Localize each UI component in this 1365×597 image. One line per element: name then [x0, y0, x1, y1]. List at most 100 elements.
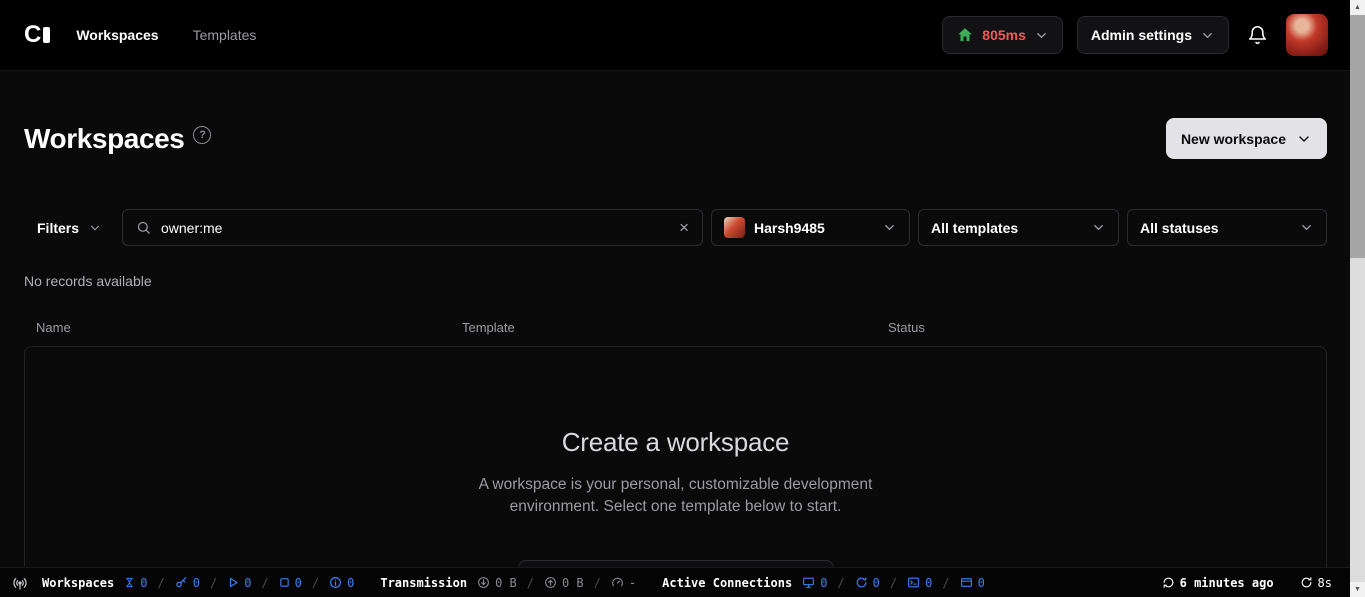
status-filter-dropdown[interactable]: All statuses — [1127, 209, 1327, 246]
window-icon — [960, 576, 973, 589]
terminal-count: 0 — [925, 575, 933, 590]
separator: / — [311, 575, 320, 590]
download-stat: 0 B — [477, 576, 517, 590]
upload-circle-icon — [544, 576, 557, 589]
filter-bar: Filters × Harsh9485 All templ — [24, 209, 1327, 246]
new-workspace-label: New workspace — [1180, 130, 1286, 147]
owner-filter-value: Harsh9485 — [754, 219, 825, 236]
search-filter: × — [122, 209, 703, 246]
chevron-down-icon — [1296, 131, 1312, 147]
connection-count-vscode[interactable]: 0 — [802, 576, 827, 590]
vscode-icon — [802, 576, 815, 589]
coder-app: C Workspaces Templates 805ms Admin setti… — [0, 0, 1365, 597]
auto-refresh-indicator[interactable]: 8s — [1300, 576, 1332, 590]
top-navbar: C Workspaces Templates 805ms Admin setti… — [0, 0, 1350, 71]
separator: / — [261, 575, 269, 590]
no-records-text: No records available — [24, 273, 152, 289]
column-header-status: Status — [888, 320, 925, 335]
latency-stat-value: - — [628, 575, 637, 590]
coder-logo[interactable]: C — [24, 21, 51, 48]
admin-settings-label: Admin settings — [1090, 27, 1192, 43]
vertical-scrollbar[interactable]: ▲ ▼ — [1350, 0, 1365, 597]
page-title: Workspaces — [24, 122, 185, 154]
proxy-region-icon — [956, 26, 974, 44]
separator: / — [526, 575, 534, 590]
separator: / — [209, 575, 218, 590]
statusbar-connections-section: Active Connections 0 / 0 / 0 / 0 — [662, 576, 985, 590]
status-filter-value: All statuses — [1140, 219, 1219, 236]
nav-workspaces[interactable]: Workspaces — [76, 27, 158, 43]
column-header-template: Template — [462, 320, 515, 335]
separator: / — [942, 575, 950, 590]
bell-icon — [1247, 25, 1268, 46]
broadcast-icon[interactable] — [12, 575, 28, 591]
gauge-icon — [611, 576, 624, 589]
upload-value: 0 B — [561, 575, 584, 590]
workspace-count-pending[interactable]: 0 — [124, 576, 147, 590]
building-count: 0 — [192, 575, 200, 590]
chevron-down-icon — [88, 221, 102, 235]
help-icon[interactable]: ? — [193, 125, 212, 144]
scrollbar-up-arrow[interactable]: ▲ — [1350, 0, 1365, 15]
template-filter-dropdown[interactable]: All templates — [918, 209, 1119, 246]
vscode-count: 0 — [820, 575, 828, 590]
stop-square-icon — [279, 577, 290, 588]
chevron-down-icon — [1034, 28, 1049, 43]
last-refresh-indicator[interactable]: 6 minutes ago — [1162, 576, 1274, 590]
clear-search-button[interactable]: × — [679, 219, 689, 236]
connection-count-reconnect[interactable]: 0 — [855, 576, 880, 590]
last-refresh-text: 6 minutes ago — [1179, 575, 1274, 590]
column-header-name: Name — [36, 320, 71, 335]
workspace-count-failed[interactable]: 0 — [329, 576, 354, 590]
upload-stat: 0 B — [544, 576, 584, 590]
workspaces-empty-state: Create a workspace A workspace is your p… — [24, 346, 1327, 597]
admin-settings-button[interactable]: Admin settings — [1076, 16, 1229, 54]
separator: / — [837, 575, 845, 590]
key-icon — [175, 576, 188, 589]
auto-refresh-text: 8s — [1317, 575, 1332, 590]
connection-count-window[interactable]: 0 — [960, 576, 985, 590]
workspace-count-stopped[interactable]: 0 — [279, 576, 302, 590]
separator: / — [157, 575, 165, 590]
chevron-down-icon — [882, 220, 897, 235]
statusbar-connections-label: Active Connections — [662, 575, 793, 590]
status-bar: Workspaces 0 / 0 / 0 / 0 / 0 Transmissio… — [0, 567, 1350, 597]
nav-templates[interactable]: Templates — [193, 27, 257, 43]
scrollbar-down-arrow[interactable]: ▼ — [1350, 582, 1365, 597]
running-count: 0 — [244, 575, 252, 590]
stopped-count: 0 — [294, 575, 302, 590]
filter-search-input[interactable] — [161, 219, 670, 236]
chevron-down-icon — [1299, 220, 1314, 235]
statusbar-right: 6 minutes ago 8s — [1162, 576, 1332, 590]
workspace-count-running[interactable]: 0 — [227, 576, 251, 590]
reconnect-icon — [855, 576, 868, 589]
scrollbar-thumb[interactable] — [1350, 15, 1365, 258]
play-icon — [227, 576, 239, 589]
download-circle-icon — [477, 576, 490, 589]
empty-state-title: Create a workspace — [561, 427, 790, 457]
statusbar-workspaces-section: Workspaces 0 / 0 / 0 / 0 / 0 — [42, 576, 354, 590]
filters-button[interactable]: Filters — [24, 209, 114, 246]
workspace-count-building[interactable]: 0 — [175, 576, 200, 590]
search-icon — [136, 220, 151, 235]
navbar-left: C Workspaces Templates — [24, 23, 256, 47]
notifications-button[interactable] — [1243, 21, 1272, 50]
logo-glyph: C — [24, 21, 41, 48]
statusbar-workspaces-label: Workspaces — [42, 575, 115, 590]
owner-filter-dropdown[interactable]: Harsh9485 — [711, 209, 910, 246]
template-filter-value: All templates — [931, 219, 1019, 236]
table-header-row: Name Template Status — [24, 320, 1327, 346]
latency-value: 805ms — [982, 27, 1026, 43]
new-workspace-button[interactable]: New workspace — [1165, 118, 1327, 159]
filters-label: Filters — [37, 219, 80, 236]
empty-state-description: A workspace is your personal, customizab… — [478, 476, 873, 516]
connection-count-terminal[interactable]: 0 — [907, 576, 932, 590]
latency-button[interactable]: 805ms — [942, 16, 1063, 54]
info-circle-icon — [329, 576, 342, 589]
pending-count: 0 — [140, 575, 148, 590]
owner-avatar — [724, 217, 745, 238]
user-avatar[interactable] — [1286, 14, 1328, 56]
statusbar-transmission-label: Transmission — [380, 575, 468, 590]
chevron-down-icon — [1091, 220, 1106, 235]
page-header: Workspaces ? New workspace — [24, 118, 1327, 159]
